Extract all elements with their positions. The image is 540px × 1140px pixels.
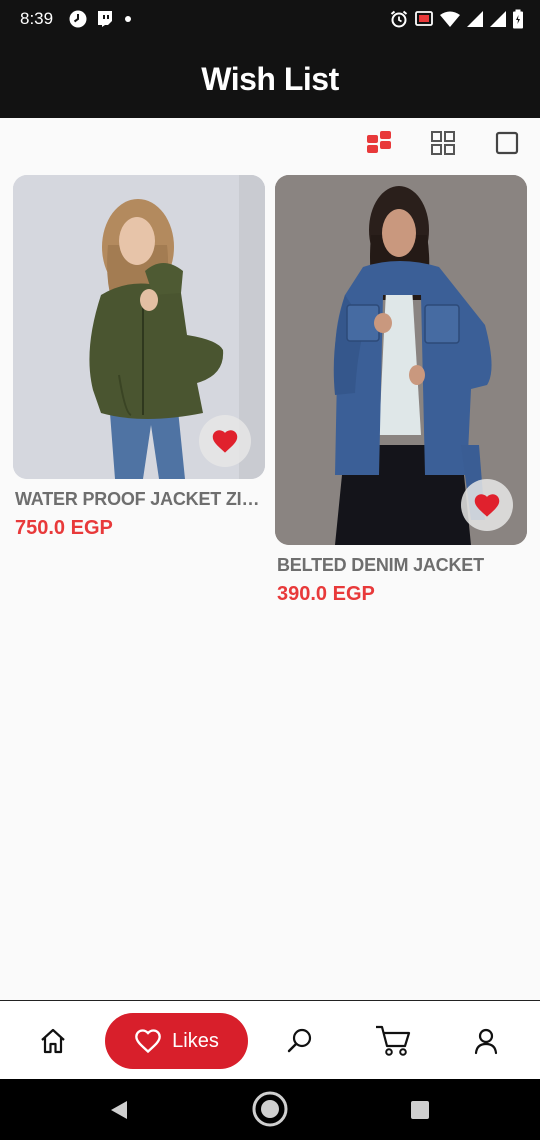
clock-icon: [69, 10, 87, 28]
staggered-grid-icon: [367, 131, 391, 153]
product-card[interactable]: WATER PROOF JACKET ZIPPER... 750.0 EGP: [13, 175, 265, 540]
product-image[interactable]: [13, 175, 265, 479]
nav-home[interactable]: [30, 1013, 76, 1069]
view-toggle: [364, 128, 522, 158]
heart-icon: [135, 1029, 161, 1054]
search-icon: [287, 1028, 312, 1053]
nav-search[interactable]: [277, 1013, 323, 1069]
bottom-nav: Likes: [0, 1000, 540, 1079]
battery-icon: [513, 9, 523, 29]
product-card[interactable]: BELTED DENIM JACKET 390.0 EGP: [275, 175, 527, 606]
system-nav-bar: [0, 1079, 540, 1140]
product-image[interactable]: [275, 175, 527, 545]
twitch-icon: [98, 11, 112, 27]
unlike-button[interactable]: [199, 415, 251, 467]
unlike-button[interactable]: [461, 479, 513, 531]
nav-likes-label: Likes: [172, 1029, 219, 1052]
nav-likes[interactable]: Likes: [105, 1013, 248, 1069]
single-view-toggle[interactable]: [492, 128, 522, 158]
signal-icon: [490, 11, 506, 27]
product-name: WATER PROOF JACKET ZIPPER...: [15, 489, 265, 509]
status-time: 8:39: [20, 9, 54, 28]
heart-filled-icon: [212, 430, 238, 453]
staggered-grid-toggle[interactable]: [364, 128, 394, 158]
grid-toggle[interactable]: [428, 128, 458, 158]
user-icon: [474, 1028, 498, 1055]
alarm-icon: [390, 10, 408, 28]
status-icons-right: [389, 9, 524, 29]
nav-cart[interactable]: [368, 1013, 418, 1069]
nav-profile[interactable]: [463, 1013, 509, 1069]
status-bar: 8:39: [0, 0, 540, 40]
product-price: 390.0 EGP: [277, 583, 375, 605]
product-price: 750.0 EGP: [15, 517, 113, 539]
product-name: BELTED DENIM JACKET: [277, 555, 484, 575]
cast-icon: [415, 11, 433, 26]
back-icon[interactable]: [108, 1099, 130, 1121]
single-view-icon: [495, 131, 519, 155]
signal-icon: [467, 11, 483, 27]
home-icon: [41, 1028, 65, 1054]
status-icons-left: [68, 9, 134, 29]
heart-filled-icon: [474, 494, 500, 517]
grid-icon: [431, 131, 455, 155]
app-header: Wish List: [0, 40, 540, 118]
dot-icon: [125, 16, 131, 22]
cart-icon: [376, 1025, 411, 1056]
page-title: Wish List: [201, 60, 339, 97]
home-circle-icon[interactable]: [251, 1090, 289, 1128]
recents-icon[interactable]: [410, 1100, 430, 1120]
wifi-icon: [440, 11, 460, 27]
